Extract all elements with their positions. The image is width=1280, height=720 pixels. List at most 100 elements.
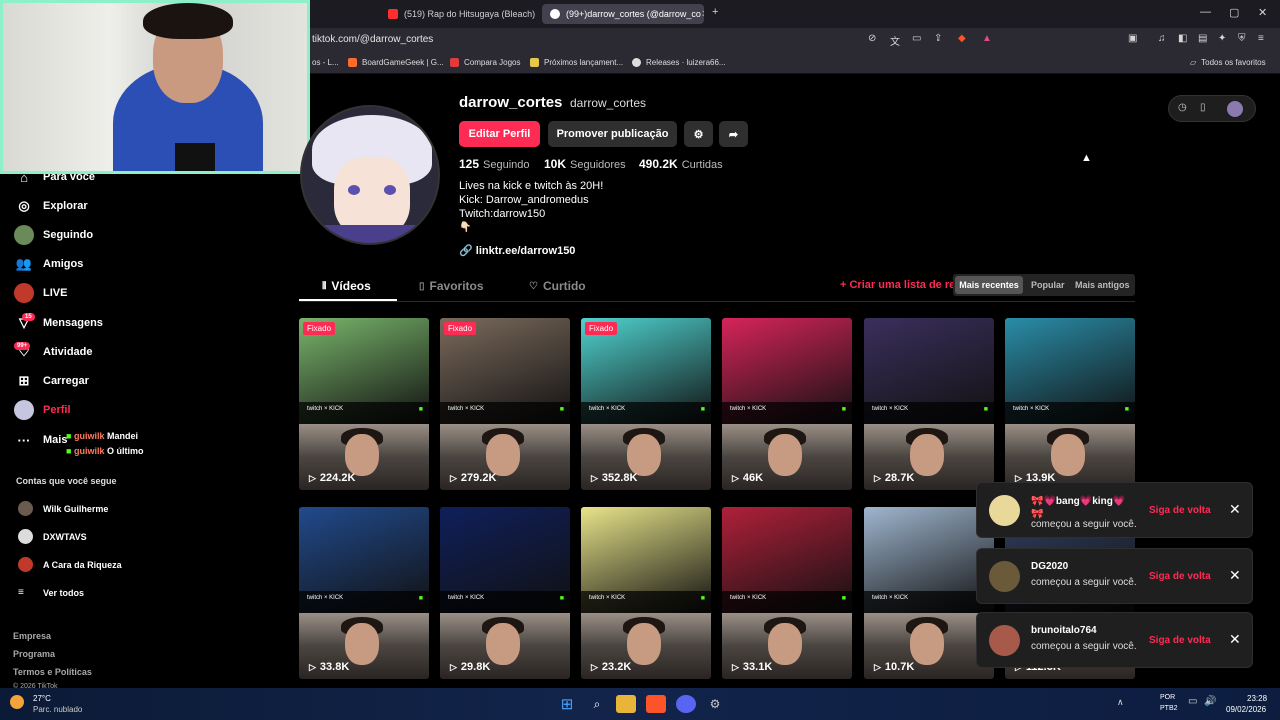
sidebar-item-mais[interactable]: ··· Mais <box>14 430 68 450</box>
sort-oldest[interactable]: Mais antigos <box>1075 276 1130 294</box>
bookmarks-folder[interactable]: ▱ Todos os favoritos <box>1190 58 1266 67</box>
sidebar-item-carregar[interactable]: ⊞ Carregar <box>14 371 89 391</box>
follow-back-button[interactable]: Siga de volta <box>1149 635 1211 646</box>
weather-temp[interactable]: 27°C <box>33 694 51 703</box>
tab-videos[interactable]: ⦀ Vídeos <box>322 279 371 293</box>
follow-back-button[interactable]: Siga de volta <box>1149 571 1211 582</box>
follow-back-button[interactable]: Siga de volta <box>1149 505 1211 516</box>
following-item[interactable]: A Cara da Riqueza <box>18 557 122 572</box>
sidebar-item-explorar[interactable]: ◎ Explorar <box>14 196 87 216</box>
network-icon[interactable]: ▭ <box>1188 696 1197 707</box>
tray-chevron-icon[interactable]: ∧ <box>1117 697 1124 708</box>
sidebar-item-live[interactable]: LIVE <box>14 283 67 303</box>
avatar[interactable] <box>1227 101 1243 117</box>
promote-button[interactable]: Promover publicação <box>548 121 677 147</box>
tabs-icon[interactable]: ▣ <box>1128 33 1137 44</box>
play-icon: ▷ <box>591 472 598 483</box>
footer-link[interactable]: Empresa <box>13 631 51 641</box>
video-card[interactable]: twitch × KICK ■ ▷ 23.2K <box>581 507 711 679</box>
windows-start-icon[interactable]: ⊞ <box>557 695 577 713</box>
see-all-button[interactable]: ≡ Ver todos <box>18 587 84 598</box>
music-icon[interactable]: ♫ <box>1158 33 1166 44</box>
video-card[interactable]: twitch × KICK ■ ▷ 33.1K <box>722 507 852 679</box>
url-text[interactable]: tiktok.com/@darrow_cortes <box>312 34 433 45</box>
reader-icon[interactable]: ⊘ <box>868 33 876 44</box>
phone-icon[interactable]: ▯ <box>1200 102 1206 113</box>
volume-icon[interactable]: 🔊 <box>1204 696 1216 707</box>
video-card[interactable]: twitch × KICK ■ ▷ 28.7K <box>864 318 994 490</box>
weather-desc[interactable]: Parc. nublado <box>33 705 82 714</box>
close-icon[interactable]: ✕ <box>1229 567 1241 584</box>
video-card[interactable]: twitch × KICK ■ ▷ 33.8K <box>299 507 429 679</box>
video-card[interactable]: twitch × KICK ■ Fixado ▷ 279.2K <box>440 318 570 490</box>
profile-link[interactable]: 🔗 linktr.ee/darrow150 <box>459 244 575 257</box>
clock-date[interactable]: 09/02/2026 <box>1226 705 1266 714</box>
browser-tab-youtube[interactable]: (519) Rap do Hitsugaya (Bleach) | Da <box>380 4 538 24</box>
ai-icon[interactable]: ✦ <box>1218 33 1226 44</box>
bookmark[interactable]: Releases · luizera66... <box>632 58 726 67</box>
share-profile-button[interactable]: ➦ <box>719 121 748 147</box>
twitch-label: twitch × KICK <box>872 406 909 412</box>
video-card[interactable]: twitch × KICK ■ ▷ 46K <box>722 318 852 490</box>
discord-icon[interactable] <box>676 695 696 713</box>
video-card[interactable]: twitch × KICK ■ Fixado ▷ 224.2K <box>299 318 429 490</box>
sort-recent[interactable]: Mais recentes <box>955 276 1023 294</box>
stat-value: 490.2K <box>639 157 678 171</box>
following-item[interactable]: Wilk Guilherme <box>18 501 108 516</box>
stat-following[interactable]: 125 Seguindo <box>459 157 530 171</box>
language[interactable]: POR <box>1160 694 1175 701</box>
video-card[interactable]: twitch × KICK■ ▷10.7K <box>864 507 994 679</box>
video-card[interactable]: twitch × KICK ■ ▷ 29.8K <box>440 507 570 679</box>
clock-time[interactable]: 23:28 <box>1247 694 1267 703</box>
close-window-icon[interactable]: ✕ <box>1258 6 1267 19</box>
rewards-icon[interactable]: ▲ <box>982 33 992 44</box>
following-title: Contas que você segue <box>16 476 117 486</box>
video-card[interactable]: twitch × KICK ■ Fixado ▷ 352.8K <box>581 318 711 490</box>
sidebar-item-perfil[interactable]: Perfil <box>14 400 71 420</box>
view-count-value: 23.2K <box>601 661 632 673</box>
brave-browser-icon[interactable] <box>646 695 666 713</box>
sidebar-item-amigos[interactable]: 👥 Amigos <box>14 254 83 274</box>
following-item[interactable]: DXWTAVS <box>18 529 87 544</box>
video-card[interactable]: twitch × KICK ■ ▷ 13.9K <box>1005 318 1135 490</box>
minimize-icon[interactable]: — <box>1200 6 1211 18</box>
keyboard-layout[interactable]: PTB2 <box>1160 705 1178 712</box>
settings-button[interactable]: ⚙ <box>684 121 713 147</box>
browser-tab-tiktok[interactable]: (99+)darrow_cortes (@darrow_co ✕ <box>542 4 704 24</box>
close-icon[interactable]: ✕ <box>1229 501 1241 518</box>
menu-icon[interactable]: ≡ <box>1258 33 1264 44</box>
tab-curtido[interactable]: ♡ Curtido <box>529 279 586 293</box>
footer-link[interactable]: Programa <box>13 649 55 659</box>
bookmark[interactable]: BoardGameGeek | G... <box>348 58 444 67</box>
translate-icon[interactable]: 文 <box>890 33 900 48</box>
profile-avatar[interactable] <box>300 105 440 245</box>
bookmark[interactable]: os - L... <box>312 58 339 67</box>
settings-icon[interactable]: ⚙ <box>705 695 725 713</box>
bio-line: Kick: Darrow_andromedus <box>459 194 589 206</box>
close-icon[interactable]: ✕ <box>1229 631 1241 648</box>
vpn-icon[interactable]: ⛨ <box>1238 33 1246 44</box>
new-tab-icon[interactable]: + <box>712 6 718 18</box>
brave-shield-icon[interactable]: ◆ <box>958 33 966 44</box>
bookmark[interactable]: Próximos lançament... <box>530 58 623 67</box>
twitch-label: twitch × KICK <box>872 595 909 601</box>
cast-icon[interactable]: ▭ <box>912 33 921 44</box>
share-icon: ➦ <box>728 128 739 141</box>
restore-icon[interactable]: ▢ <box>1229 6 1239 19</box>
tab-favoritos[interactable]: ▯ Favoritos <box>419 279 484 293</box>
bookmark[interactable]: Compara Jogos <box>450 58 520 67</box>
timer-icon[interactable]: ◷ <box>1178 102 1187 113</box>
footer-link[interactable]: Termos e Políticas <box>13 667 92 677</box>
wallet-icon[interactable]: ▤ <box>1198 33 1207 44</box>
sidebar-icon[interactable]: ◧ <box>1178 33 1187 44</box>
stat-followers[interactable]: 10K Seguidores <box>544 157 626 171</box>
file-explorer-icon[interactable] <box>616 695 636 713</box>
sidebar-item-label: Seguindo <box>43 229 94 241</box>
twitch-label: twitch × KICK <box>448 595 485 601</box>
sidebar-item-seguindo[interactable]: Seguindo <box>14 225 93 245</box>
edit-profile-button[interactable]: Editar Perfil <box>459 121 540 147</box>
close-tab-icon[interactable]: ✕ <box>701 9 704 20</box>
sort-popular[interactable]: Popular <box>1031 276 1065 294</box>
share-icon[interactable]: ⇪ <box>934 33 942 44</box>
search-icon[interactable]: ⌕ <box>587 695 607 713</box>
